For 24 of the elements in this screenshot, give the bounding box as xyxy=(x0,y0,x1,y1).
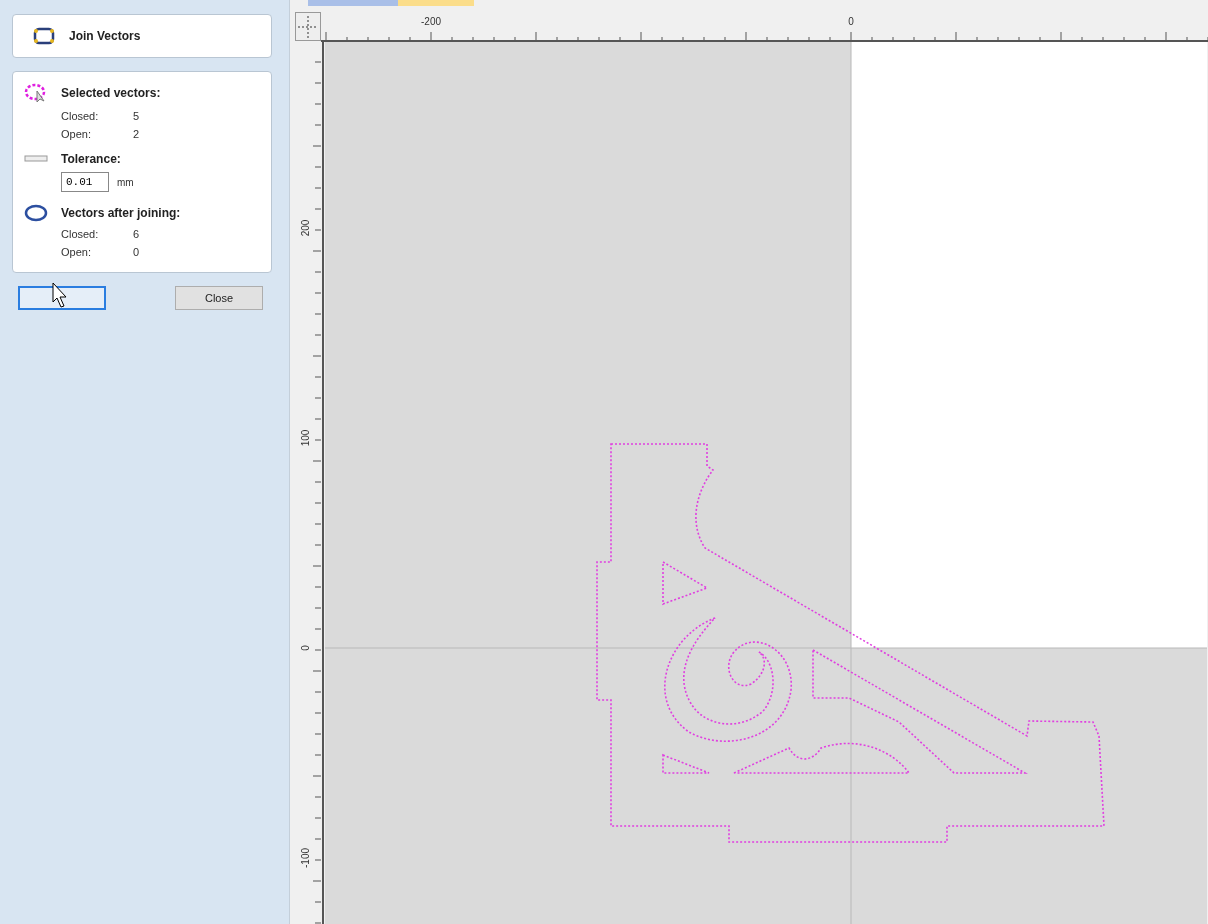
count-label: Closed: xyxy=(61,228,100,240)
count-value: 0 xyxy=(133,246,140,258)
mouse-cursor-icon xyxy=(52,282,68,308)
count-label: Open: xyxy=(61,128,92,140)
count-label: Closed: xyxy=(61,110,100,122)
unit-label: mm xyxy=(117,176,134,188)
section-title: Selected vectors: xyxy=(61,86,161,100)
join-vectors-icon xyxy=(33,27,55,45)
selection-icon xyxy=(24,82,48,104)
count-value: 2 xyxy=(133,128,140,140)
section-title: Tolerance: xyxy=(61,152,121,166)
ruler-origin-icon[interactable] xyxy=(295,12,321,42)
horizontal-ruler: -200 0 xyxy=(321,12,1208,42)
count-value: 6 xyxy=(133,228,140,240)
vertical-ruler: 200 100 0 -100 xyxy=(295,42,325,924)
action-button[interactable] xyxy=(18,286,106,310)
count-value: 5 xyxy=(133,110,140,122)
ruler-icon xyxy=(24,155,48,163)
ellipse-icon xyxy=(24,204,48,222)
tolerance-field[interactable]: 0.01 xyxy=(61,172,109,192)
count-label: Open: xyxy=(61,246,92,258)
tool-title: Join Vectors xyxy=(69,29,141,43)
section-title: Vectors after joining: xyxy=(61,206,181,220)
close-button[interactable]: Close xyxy=(175,286,263,310)
